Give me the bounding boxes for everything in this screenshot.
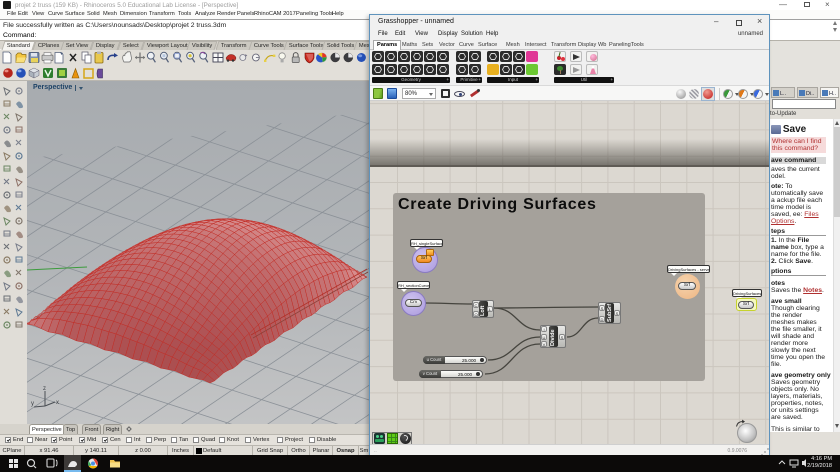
svg-text:z: z xyxy=(43,386,46,392)
svg-text:y: y xyxy=(31,401,34,407)
svg-text:x: x xyxy=(56,400,59,406)
